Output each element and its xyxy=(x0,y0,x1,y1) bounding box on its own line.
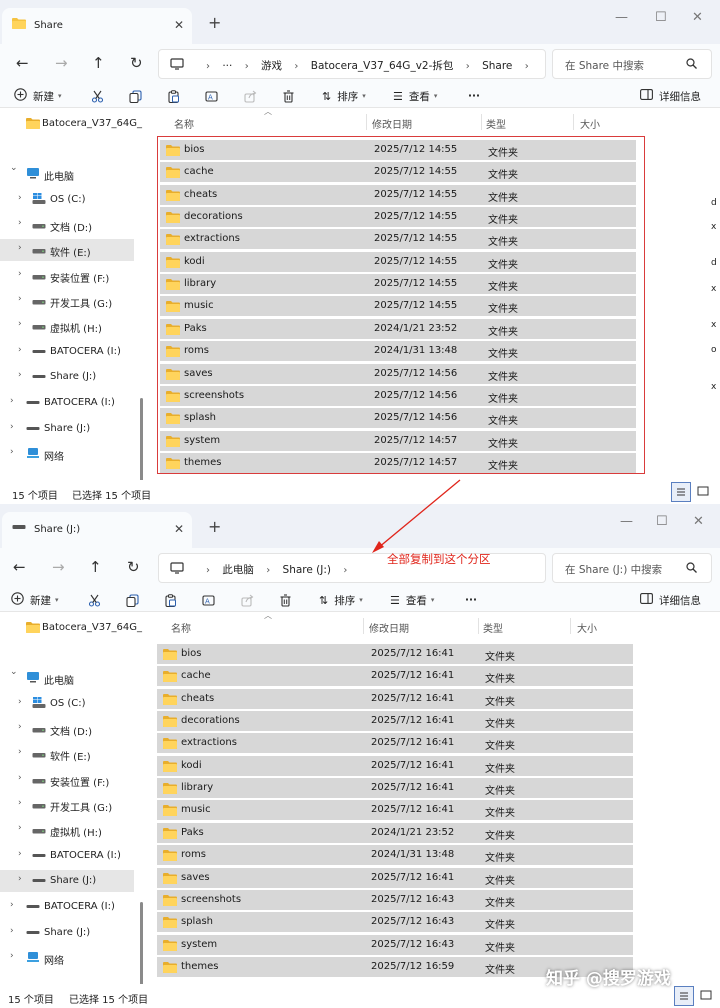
annotation-text: 全部复制到这个分区 xyxy=(387,552,491,566)
watermark: 知乎 @搜罗游戏 xyxy=(546,969,671,989)
annotation-arrow xyxy=(372,479,461,553)
